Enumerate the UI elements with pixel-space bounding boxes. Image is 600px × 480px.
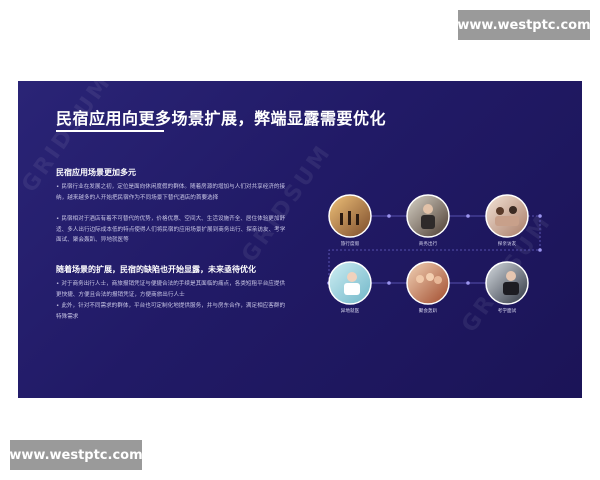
watermark-top: www.westptc.com (457, 10, 591, 40)
watermark-bottom: www.westptc.com (9, 440, 143, 470)
business-photo-icon (406, 194, 450, 238)
party-photo-icon (406, 261, 450, 305)
scene-label-medical: 异地就医 (340, 309, 360, 314)
scene-label-party: 聚会轰趴 (418, 309, 438, 314)
scene-label-travel: 旅行度假 (340, 242, 360, 247)
scene-label-business: 商务出行 (418, 242, 438, 247)
travel-photo-icon (328, 194, 372, 238)
slide: GRIDSUM GRIDSUM GRIDSUM 民宿应用向更多场景扩展，弊端显露… (18, 81, 582, 398)
family-photo-icon (485, 194, 529, 238)
scene-diagram (327, 194, 542, 305)
interview-photo-icon (485, 261, 529, 305)
medical-photo-icon (328, 261, 372, 305)
scene-label-interview: 考学面试 (497, 309, 517, 314)
scene-label-family: 探亲访友 (497, 242, 517, 247)
